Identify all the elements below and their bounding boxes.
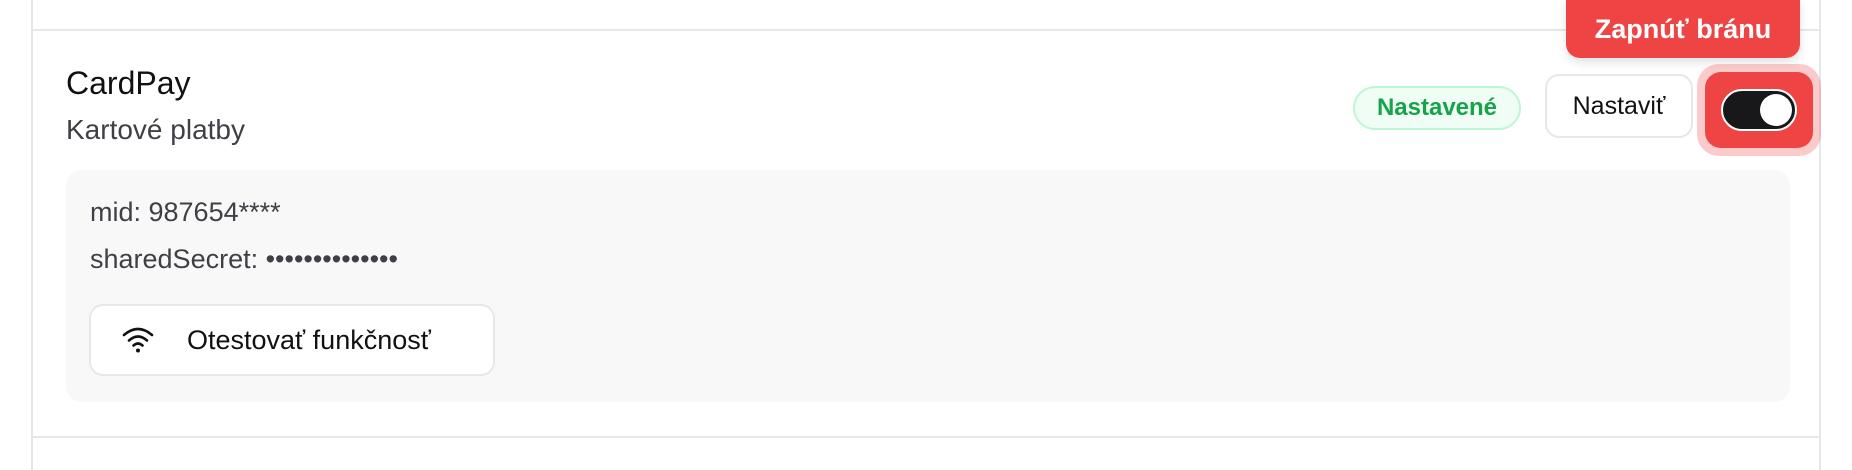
enable-gateway-toggle[interactable] bbox=[1721, 89, 1797, 131]
row-divider-bottom bbox=[33, 436, 1819, 438]
test-functionality-label: Otestovať funkčnosť bbox=[187, 324, 431, 355]
enable-gateway-tooltip: Zapnúť bránu bbox=[1566, 0, 1800, 58]
toggle-knob bbox=[1760, 94, 1792, 126]
setup-button[interactable]: Nastaviť bbox=[1545, 74, 1693, 138]
toggle-highlight-ring bbox=[1705, 72, 1813, 148]
wifi-icon bbox=[121, 323, 155, 357]
test-functionality-button[interactable]: Otestovať funkčnosť bbox=[89, 304, 495, 376]
gateway-details-box: mid: 987654**** sharedSecret: ••••••••••… bbox=[66, 170, 1790, 402]
gateway-list-panel: CardPay Kartové platby Nastavené Nastavi… bbox=[31, 0, 1821, 470]
gateway-row-cardpay: CardPay Kartové platby Nastavené Nastavi… bbox=[33, 31, 1821, 436]
gateway-description: Kartové platby bbox=[66, 114, 245, 145]
gateway-name: CardPay bbox=[66, 65, 191, 101]
shared-secret-value: sharedSecret: •••••••••••••• bbox=[90, 244, 398, 274]
mid-value: mid: 987654**** bbox=[90, 197, 281, 227]
status-badge: Nastavené bbox=[1353, 86, 1521, 130]
